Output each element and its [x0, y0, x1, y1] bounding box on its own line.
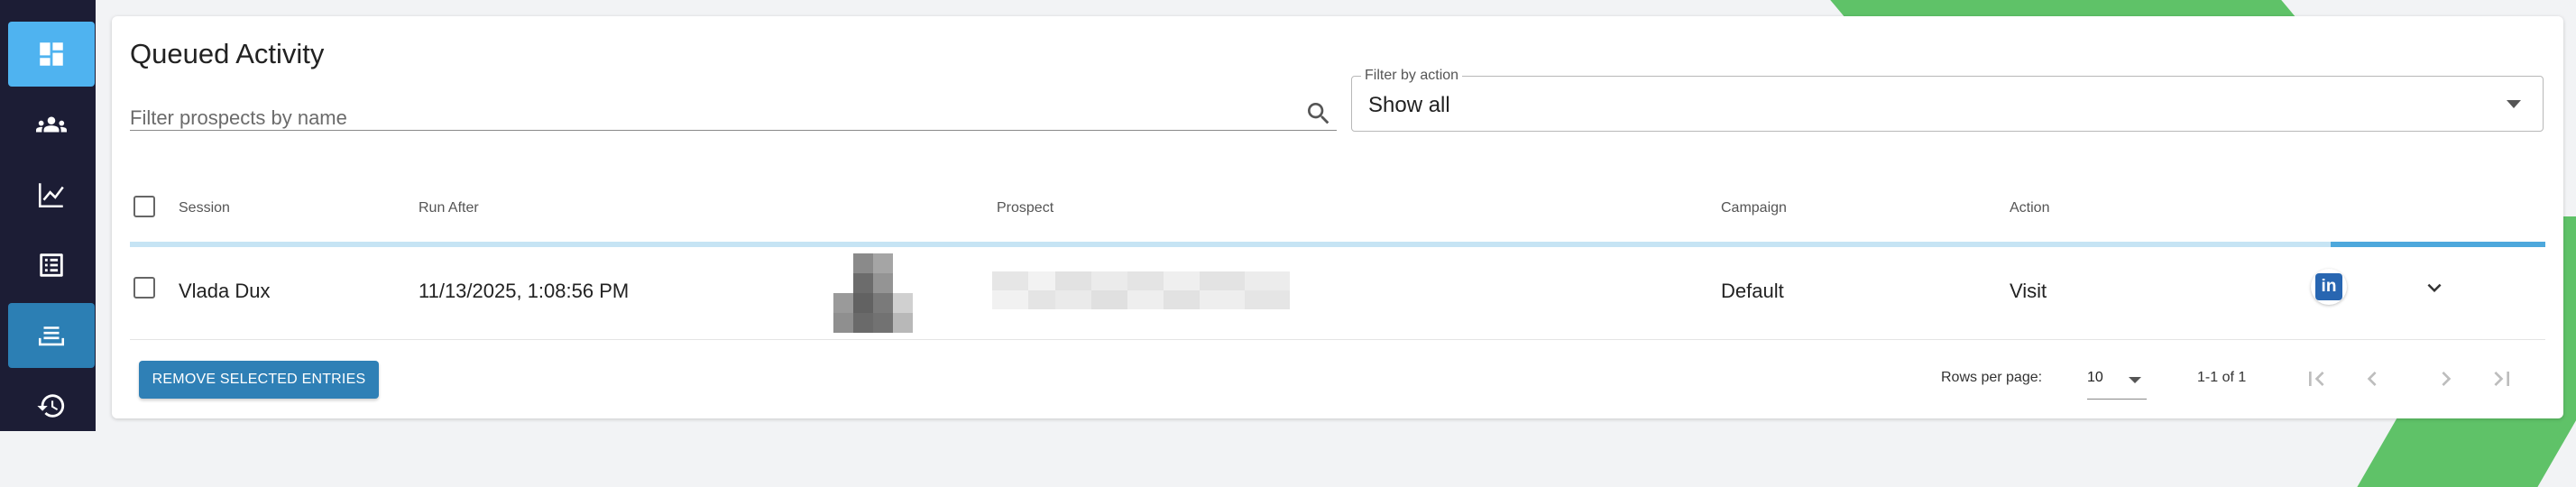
dropdown-arrow-icon	[2507, 100, 2521, 108]
column-header-session[interactable]: Session	[179, 200, 230, 216]
dropdown-arrow-icon	[2129, 377, 2141, 383]
rows-per-page-label: Rows per page:	[1941, 370, 2043, 385]
next-page-button[interactable]	[2428, 361, 2464, 397]
sidebar-item-prospects[interactable]	[8, 92, 95, 157]
rows-per-page-select[interactable]: 10	[2087, 361, 2147, 400]
remove-selected-entries-button[interactable]: REMOVE SELECTED ENTRIES	[139, 361, 379, 399]
row-session: Vlada Dux	[179, 280, 271, 302]
prospect-name-redacted	[992, 271, 1290, 309]
chevron-left-icon	[2367, 372, 2377, 386]
sidebar-item-queue[interactable]	[8, 303, 95, 368]
history-icon	[37, 394, 65, 418]
rows-per-page-value: 10	[2087, 370, 2103, 385]
row-run-after: 11/13/2025, 1:08:56 PM	[419, 280, 630, 302]
first-page-button[interactable]	[2298, 361, 2334, 397]
search-field[interactable]: Filter prospects by name	[130, 88, 1337, 131]
search-icon[interactable]	[1304, 99, 1333, 128]
queue-icon	[38, 326, 65, 346]
filter-value: Show all	[1368, 93, 1450, 117]
sidebar-item-lists[interactable]	[8, 233, 95, 298]
linkedin-profile-button[interactable]: in	[2311, 269, 2347, 305]
last-page-button[interactable]	[2484, 361, 2520, 397]
column-header-campaign[interactable]: Campaign	[1721, 200, 1787, 216]
queued-activity-card: Queued Activity Filter prospects by name…	[112, 16, 2563, 418]
action-filter-select[interactable]: Filter by action Show all	[1351, 68, 2544, 132]
sidebar-item-analytics[interactable]	[8, 162, 95, 227]
row-divider	[130, 339, 2545, 340]
sidebar-item-dashboard[interactable]	[8, 22, 95, 87]
chevron-down-icon[interactable]	[2421, 274, 2448, 301]
select-all-checkbox[interactable]	[133, 196, 155, 217]
chevron-right-icon	[2442, 372, 2452, 386]
chart-line-icon	[38, 183, 64, 208]
column-header-run-after[interactable]: Run After	[419, 200, 479, 216]
row-checkbox[interactable]	[133, 277, 155, 299]
page-title: Queued Activity	[130, 38, 325, 69]
column-header-prospect[interactable]: Prospect	[997, 200, 1053, 216]
sidebar-item-history[interactable]	[8, 373, 95, 438]
sidebar	[0, 0, 96, 431]
loading-progress-bar	[130, 242, 2545, 247]
first-page-icon	[2309, 372, 2324, 386]
dashboard-icon	[40, 42, 63, 66]
linkedin-icon: in	[2315, 273, 2342, 300]
search-input[interactable]: Filter prospects by name	[130, 106, 347, 130]
column-header-action[interactable]: Action	[2010, 200, 2049, 216]
previous-page-button[interactable]	[2354, 361, 2390, 397]
people-icon	[36, 116, 67, 133]
progress-fill	[2330, 242, 2545, 247]
prospect-avatar	[833, 253, 913, 333]
row-action: Visit	[2010, 280, 2047, 302]
decor-stripe-top	[1799, 0, 2295, 16]
list-alt-icon	[40, 253, 63, 277]
pagination-info: 1-1 of 1	[2197, 370, 2247, 385]
row-campaign: Default	[1721, 280, 1784, 302]
last-page-icon	[2494, 372, 2509, 386]
filter-label: Filter by action	[1361, 68, 1463, 84]
